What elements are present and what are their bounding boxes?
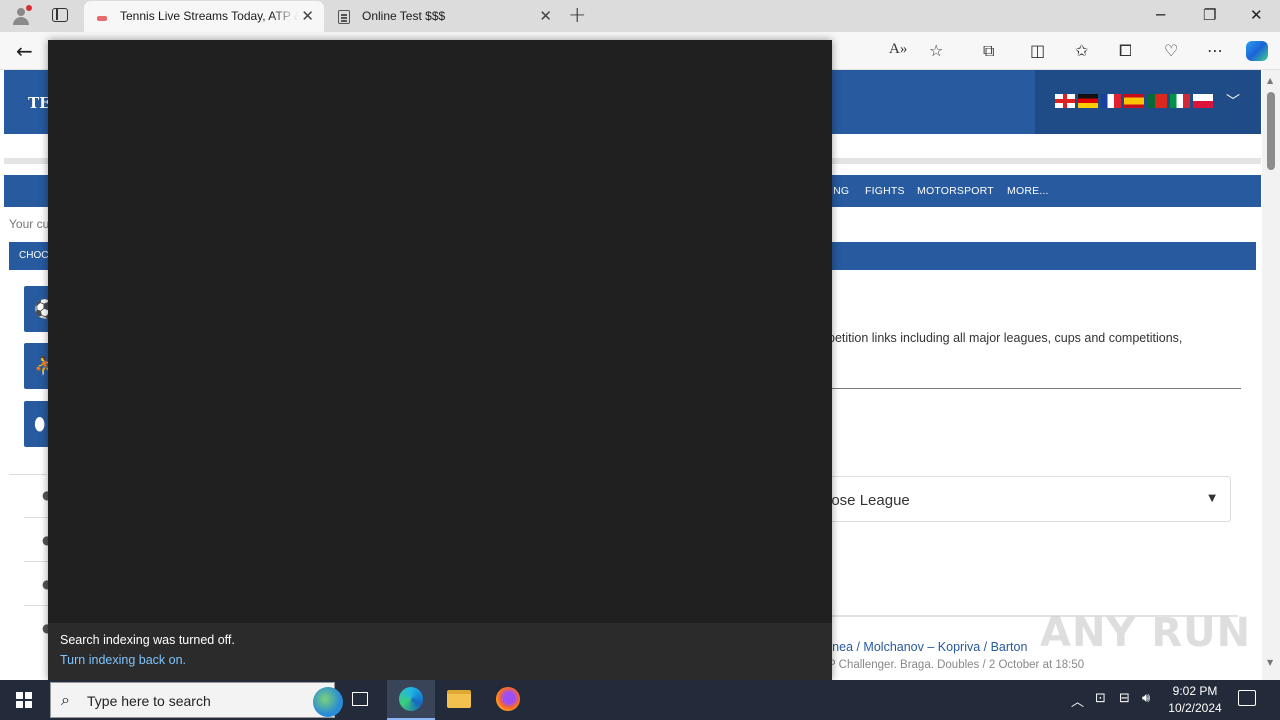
choose-sport-label: CHOC (19, 250, 49, 261)
caret-down-icon: ▼ (1208, 493, 1216, 504)
new-tab-button[interactable]: + (568, 3, 586, 28)
language-selector[interactable]: ﹀ (1035, 70, 1261, 134)
tab-title: Tennis Live Streams Today, ATP & WTA (120, 9, 298, 23)
search-icon: ⌕ (61, 690, 70, 709)
indexing-message: Search indexing was turned off. (60, 633, 235, 647)
chevron-up-icon[interactable]: ︿ (1071, 691, 1084, 710)
league-select-value: oose League (823, 492, 910, 509)
folder-icon (447, 690, 471, 708)
indexing-notice: Search indexing was turned off. Turn ind… (48, 623, 832, 680)
divider (828, 388, 1241, 389)
meet-now-icon[interactable]: ⊡ (1095, 691, 1106, 706)
scroll-thumb[interactable] (1267, 92, 1275, 170)
close-window-button[interactable]: ✕ (1250, 6, 1263, 24)
network-icon[interactable]: ⊟ (1119, 691, 1130, 706)
nav-item-more[interactable]: MORE... (1007, 185, 1049, 197)
nav-item-fights[interactable]: FIGHTS (865, 185, 905, 197)
match-details: P Challenger. Braga. Doubles / 2 October… (828, 659, 1085, 671)
divider (9, 474, 47, 475)
clock-date: 10/2/2024 (1168, 701, 1222, 715)
settings-more-icon[interactable]: ⋯ (1207, 41, 1223, 60)
flag-de-icon[interactable] (1078, 94, 1098, 108)
flag-pt-icon[interactable] (1147, 94, 1167, 108)
nav-item-motorsport[interactable]: MOTORSPORT (917, 185, 994, 197)
collections-icon[interactable]: ⧠ (1119, 41, 1132, 61)
firefox-icon (496, 687, 520, 711)
favorites-icon[interactable]: ✩ (1075, 41, 1088, 60)
profile-icon[interactable] (10, 5, 32, 27)
restore-button[interactable]: ❐ (1203, 6, 1216, 24)
tab-title: Online Test $$$ (362, 9, 446, 23)
extensions-icon[interactable]: ⧉ (983, 41, 994, 61)
intro-text: petition links including all major leagu… (828, 331, 1183, 345)
rugby-ball-icon: ⬮ (34, 414, 46, 435)
flag-pl-icon[interactable] (1193, 94, 1213, 108)
task-view-button[interactable] (336, 680, 384, 720)
read-aloud-icon[interactable]: A» (889, 41, 907, 58)
nav-item-boxing[interactable]: ING (830, 185, 849, 197)
copilot-icon[interactable] (1246, 41, 1268, 61)
split-screen-icon[interactable]: ◫ (1030, 41, 1045, 60)
edge-icon (399, 687, 423, 711)
file-explorer-button[interactable] (435, 680, 483, 720)
page-favicon-icon (338, 10, 350, 24)
windows-taskbar: ⌕ Type here to search ︿ ⊡ ⊟ 🔊︎ 9:02 PM 1… (0, 680, 1280, 720)
chevron-down-icon[interactable]: ﹀ (1226, 91, 1240, 111)
task-view-icon (352, 692, 368, 706)
anyrun-watermark: ANY RUN (1040, 610, 1252, 656)
site-favicon-icon (96, 10, 110, 24)
close-tab-icon[interactable]: ✕ (539, 7, 552, 25)
minimize-button[interactable]: ─ (1156, 6, 1165, 24)
flag-it-icon[interactable] (1170, 94, 1190, 108)
windows-search-flyout: Search indexing was turned off. Turn ind… (48, 40, 832, 680)
flag-es-icon[interactable] (1124, 94, 1144, 108)
favorite-star-icon[interactable]: ☆ (929, 41, 943, 60)
tab-online-test[interactable]: Online Test $$$ ✕ (326, 1, 562, 32)
browser-essentials-icon[interactable]: ♡ (1164, 41, 1178, 60)
league-select[interactable]: oose League ▼ (823, 476, 1231, 522)
breadcrumb: Your cu (9, 217, 50, 231)
taskbar-search-box[interactable]: ⌕ Type here to search (50, 682, 343, 718)
windows-start-icon[interactable] (16, 692, 32, 708)
tab-actions-icon[interactable] (52, 8, 68, 22)
volume-icon[interactable]: 🔊︎ (1142, 691, 1150, 706)
firefox-button[interactable] (484, 680, 532, 720)
notifications-icon[interactable] (1238, 690, 1256, 706)
match-link[interactable]: rnea / Molchanov – Kopriva / Barton (828, 640, 1027, 654)
flag-fr-icon[interactable] (1101, 94, 1121, 108)
browser-tab-strip: Tennis Live Streams Today, ATP & WTA ✕ O… (0, 0, 1280, 32)
close-tab-icon[interactable]: ✕ (301, 7, 314, 25)
flag-en-icon[interactable] (1055, 94, 1075, 108)
system-clock[interactable]: 9:02 PM 10/2/2024 (1160, 683, 1230, 717)
scroll-up-icon[interactable]: ▲ (1267, 76, 1273, 85)
clock-time: 9:02 PM (1172, 684, 1218, 698)
page-scrollbar[interactable]: ▲ ▼ (1262, 70, 1280, 680)
tab-tennis-streams[interactable]: Tennis Live Streams Today, ATP & WTA ✕ (84, 1, 324, 32)
turn-indexing-on-link[interactable]: Turn indexing back on. (60, 653, 186, 667)
scroll-down-icon[interactable]: ▼ (1267, 658, 1273, 667)
back-arrow-icon[interactable]: ← (16, 39, 33, 63)
edge-taskbar-button[interactable] (387, 680, 435, 720)
search-placeholder: Type here to search (87, 693, 211, 709)
